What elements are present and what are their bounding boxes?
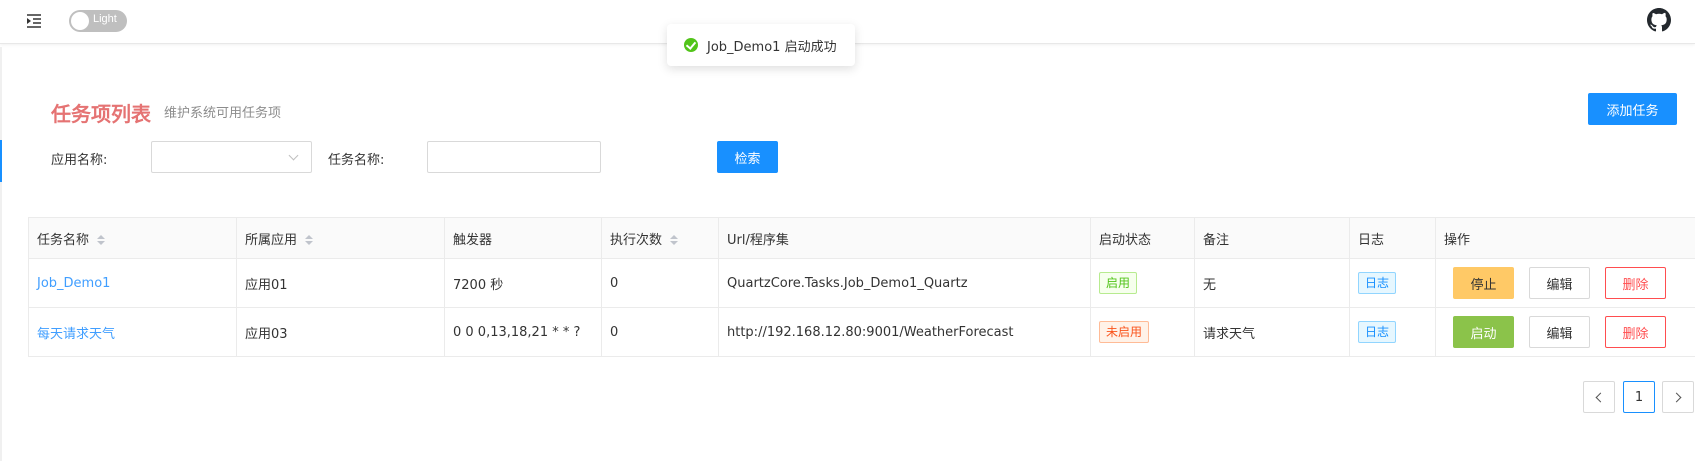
sidebar-active-indicator	[0, 140, 2, 182]
delete-button[interactable]: 删除	[1605, 316, 1666, 348]
task-table: 任务名称 所属应用 触发器 执行次数 Url/程序集 启动状态 备注 日志 操作…	[28, 217, 1695, 357]
edit-button[interactable]: 编辑	[1529, 316, 1590, 348]
page-title: 任务项列表	[51, 102, 151, 126]
chevron-right-icon	[1671, 392, 1682, 402]
delete-button[interactable]: 删除	[1605, 267, 1666, 299]
success-toast: Job_Demo1 启动成功	[667, 24, 855, 66]
next-page-button[interactable]	[1662, 381, 1694, 413]
app-name-select[interactable]	[151, 141, 312, 173]
task-name-label: 任务名称:	[328, 153, 385, 168]
count-cell: 0	[601, 258, 719, 308]
status-badge: 启用	[1099, 272, 1138, 294]
github-icon[interactable]	[1647, 8, 1671, 32]
task-name-link[interactable]: 每天请求天气	[37, 327, 115, 342]
page-subtitle: 维护系统可用任务项	[164, 106, 282, 121]
trigger-cell: 0 0 0,13,18,21 * * ?	[444, 307, 602, 357]
task-name-input[interactable]	[427, 141, 601, 173]
chevron-down-icon	[288, 150, 299, 161]
table-header-row: 任务名称 所属应用 触发器 执行次数 Url/程序集 启动状态 备注 日志 操作	[28, 217, 1695, 259]
menu-fold-icon[interactable]	[26, 13, 42, 29]
theme-label: Light	[93, 13, 117, 25]
page-number-button[interactable]: 1	[1623, 381, 1655, 413]
app-cell: 应用01	[236, 258, 445, 308]
edit-button[interactable]: 编辑	[1529, 267, 1590, 299]
column-header-count[interactable]: 执行次数	[601, 217, 719, 259]
table-row: 每天请求天气 应用03 0 0 0,13,18,21 * * ? 0 http:…	[28, 307, 1695, 357]
url-cell: http://192.168.12.80:9001/WeatherForecas…	[718, 307, 1091, 357]
column-header-trigger: 触发器	[444, 217, 602, 259]
remark-cell: 请求天气	[1194, 307, 1350, 357]
prev-page-button[interactable]	[1583, 381, 1615, 413]
sort-icon[interactable]	[97, 234, 106, 246]
add-task-button[interactable]: 添加任务	[1588, 93, 1677, 125]
search-button[interactable]: 检索	[717, 141, 778, 173]
column-header-task-name[interactable]: 任务名称	[28, 217, 237, 259]
count-cell: 0	[601, 307, 719, 357]
sort-icon[interactable]	[305, 234, 314, 246]
trigger-cell: 7200 秒	[444, 258, 602, 308]
column-header-log: 日志	[1349, 217, 1436, 259]
toast-message: Job_Demo1 启动成功	[707, 39, 837, 55]
column-header-actions: 操作	[1435, 217, 1695, 259]
column-header-remark: 备注	[1194, 217, 1350, 259]
start-button[interactable]: 启动	[1453, 316, 1514, 348]
stop-button[interactable]: 停止	[1453, 267, 1514, 299]
remark-cell: 无	[1194, 258, 1350, 308]
theme-toggle[interactable]: Light	[69, 10, 127, 32]
app-name-label: 应用名称:	[51, 153, 108, 168]
app-cell: 应用03	[236, 307, 445, 357]
status-badge: 未启用	[1099, 321, 1150, 343]
check-circle-icon	[684, 38, 698, 52]
toggle-knob	[71, 12, 89, 30]
column-header-app[interactable]: 所属应用	[236, 217, 445, 259]
row-actions: 停止 编辑 删除	[1444, 267, 1687, 299]
chevron-left-icon	[1595, 392, 1606, 402]
url-cell: QuartzCore.Tasks.Job_Demo1_Quartz	[718, 258, 1091, 308]
row-actions: 启动 编辑 删除	[1444, 316, 1687, 348]
log-tag[interactable]: 日志	[1358, 321, 1397, 343]
column-header-status: 启动状态	[1090, 217, 1195, 259]
left-edge	[0, 47, 2, 461]
table-row: Job_Demo1 应用01 7200 秒 0 QuartzCore.Tasks…	[28, 258, 1695, 308]
column-header-url: Url/程序集	[718, 217, 1091, 259]
sort-icon[interactable]	[670, 234, 679, 246]
task-name-link[interactable]: Job_Demo1	[37, 276, 110, 291]
log-tag[interactable]: 日志	[1358, 272, 1397, 294]
